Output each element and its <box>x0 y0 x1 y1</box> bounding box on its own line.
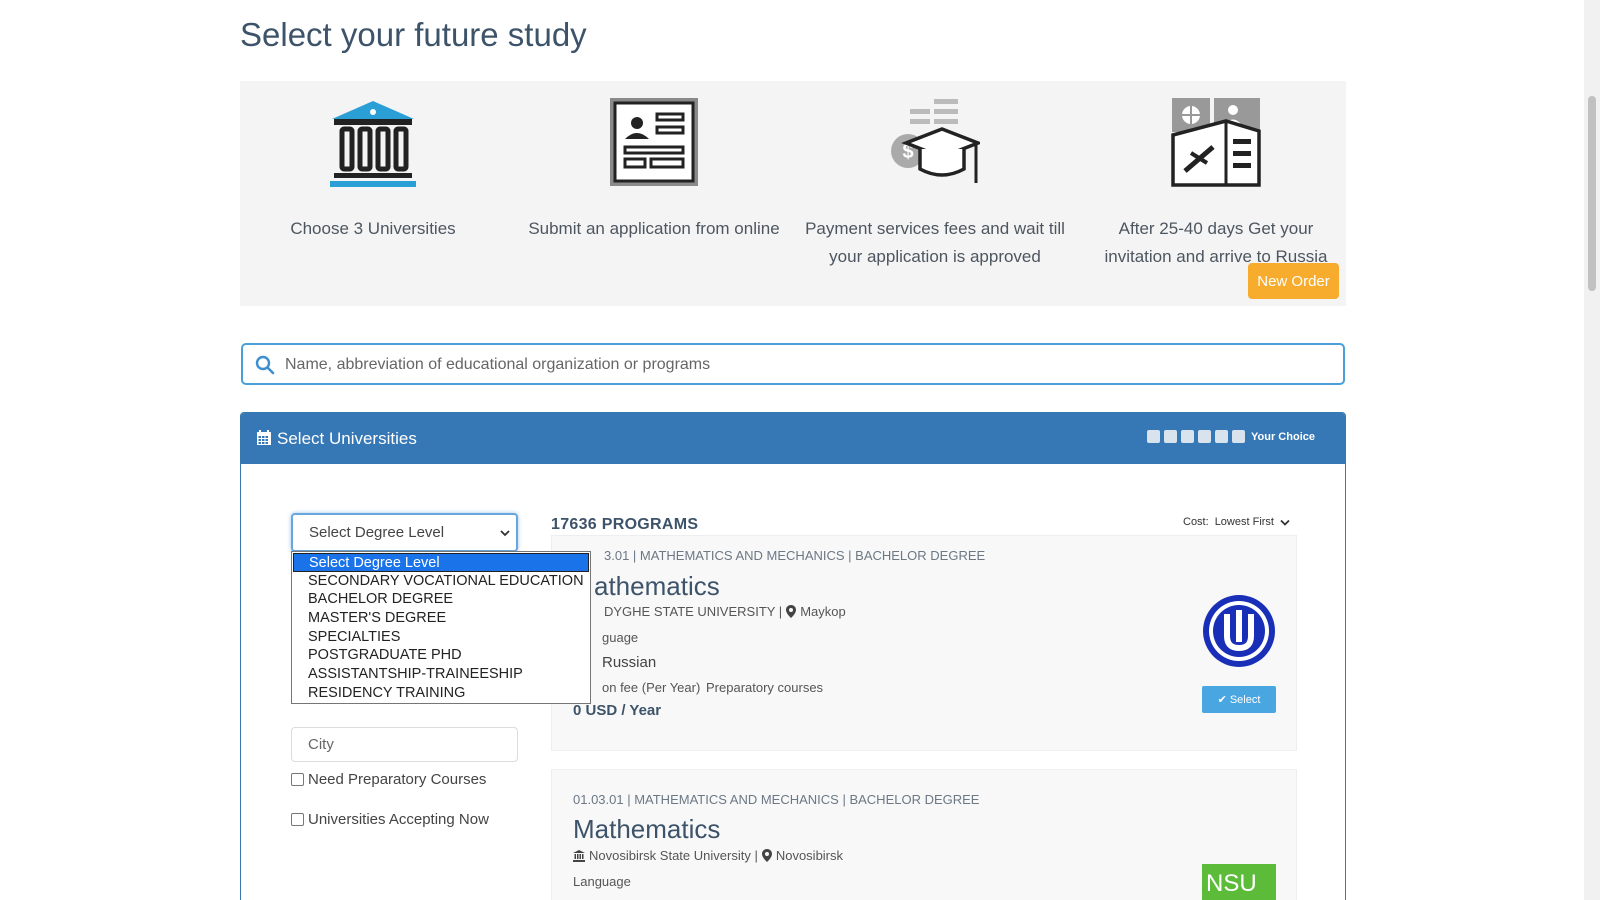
degree-option[interactable]: SECONDARY VOCATIONAL EDUCATION <box>292 572 590 591</box>
checkbox-label: Universities Accepting Now <box>308 811 489 828</box>
programs-count: 17636 PROGRAMS <box>551 516 699 533</box>
program-code: 3.01 | MATHEMATICS AND MECHANICS | BACHE… <box>604 548 986 563</box>
program-code: 01.03.01 | MATHEMATICS AND MECHANICS | B… <box>573 792 980 807</box>
choice-slot <box>1147 430 1161 443</box>
search-input[interactable] <box>285 353 1325 377</box>
location-pin-icon <box>761 849 772 862</box>
program-university: Novosibirsk State University | Novosibir… <box>573 848 843 863</box>
sort-control[interactable]: Cost: Lowest First <box>1183 516 1290 528</box>
payment-graduation-icon: $ <box>891 99 980 183</box>
checkbox[interactable] <box>291 773 304 786</box>
location-pin-icon <box>786 605 797 618</box>
university-icon <box>330 101 416 187</box>
university-name[interactable]: Novosibirsk State University | <box>589 848 758 863</box>
choice-slot <box>1198 430 1212 443</box>
your-choice-label: Your Choice <box>1251 430 1315 443</box>
accepting-now-checkbox[interactable]: Universities Accepting Now <box>291 811 489 828</box>
choice-slot <box>1181 430 1195 443</box>
select-universities-panel: Select Universities Your Choice Select D… <box>240 412 1346 900</box>
need-preparatory-checkbox[interactable]: Need Preparatory Courses <box>291 771 486 788</box>
language-label: Language <box>573 874 631 889</box>
university-logo: NSU <box>1202 864 1276 900</box>
sort-value: Lowest First <box>1214 516 1274 528</box>
university-icon <box>573 849 585 862</box>
degree-option[interactable]: Select Degree Level <box>293 553 589 572</box>
program-university: DYGHE STATE UNIVERSITY | Maykop <box>604 604 846 619</box>
degree-option[interactable]: MASTER'S DEGREE <box>292 609 590 628</box>
city-input[interactable] <box>292 728 517 761</box>
choice-slot <box>1232 430 1246 443</box>
step-choose-universities: Choose 3 Universities <box>242 97 504 243</box>
university-city: Novosibirsk <box>775 848 844 863</box>
language-label: guage <box>602 630 639 645</box>
select-university-button[interactable]: ✔ Select <box>1202 686 1276 713</box>
logo-text: NSU <box>1206 870 1257 897</box>
degree-select-value: Select Degree Level <box>309 524 445 541</box>
chevron-down-icon <box>1280 519 1290 526</box>
step-payment: $ Payment services fees and wait till yo… <box>804 97 1066 271</box>
step-invitation: After 25-40 days Get your invitation and… <box>1085 97 1347 271</box>
degree-option[interactable]: SPECIALTIES <box>292 628 590 647</box>
tuition-fee: 0 USD / Year <box>573 702 662 719</box>
checkbox[interactable] <box>291 813 304 826</box>
program-card: 3.01 | MATHEMATICS AND MECHANICS | BACHE… <box>551 535 1297 751</box>
search-icon <box>255 355 275 375</box>
chevron-down-icon <box>500 530 510 537</box>
university-city: Maykop <box>800 604 846 619</box>
calendar-icon <box>257 430 271 445</box>
tuition-fee-label: on fee (Per Year) <box>602 680 701 695</box>
page-scrollbar[interactable] <box>1584 0 1600 900</box>
choice-slot <box>1215 430 1229 443</box>
checkbox-label: Need Preparatory Courses <box>308 771 487 788</box>
page-title: Select your future study <box>240 16 587 53</box>
city-field[interactable] <box>291 727 518 762</box>
select-label: Select <box>1229 694 1261 706</box>
language-value: Russian <box>602 654 657 671</box>
university-name[interactable]: DYGHE STATE UNIVERSITY | <box>604 604 782 619</box>
passport-ticket-icon <box>1171 98 1261 187</box>
degree-option[interactable]: ASSISTANTSHIP-TRAINEESHIP <box>292 665 590 684</box>
application-form-icon <box>610 98 698 186</box>
step-submit-application: Submit an application from online <box>523 97 785 243</box>
step-text: Submit an application from online <box>528 219 780 238</box>
choice-slot <box>1164 430 1178 443</box>
steps-panel: Choose 3 Universities Submit an applicat… <box>240 81 1346 306</box>
your-choice-indicator: Your Choice <box>1147 430 1315 443</box>
scrollbar-thumb[interactable] <box>1588 96 1596 291</box>
program-name[interactable]: Mathematics <box>573 814 720 845</box>
panel-header: Select Universities Your Choice <box>241 413 1345 464</box>
preparatory-label: Preparatory courses <box>706 680 824 695</box>
degree-level-select[interactable]: Select Degree Level <box>291 513 518 552</box>
panel-title: Select Universities <box>277 429 417 448</box>
search-bar[interactable] <box>241 343 1345 385</box>
check-icon: ✔ <box>1217 694 1230 706</box>
degree-option[interactable]: RESIDENCY TRAINING <box>292 684 590 703</box>
degree-option[interactable]: BACHELOR DEGREE <box>292 590 590 609</box>
university-logo <box>1203 595 1275 667</box>
sort-label: Cost: <box>1183 516 1209 528</box>
step-text: Choose 3 Universities <box>290 219 456 238</box>
program-name[interactable]: athematics <box>594 571 720 602</box>
program-card: 01.03.01 | MATHEMATICS AND MECHANICS | B… <box>551 769 1297 900</box>
new-order-button[interactable]: New Order <box>1248 263 1339 299</box>
degree-option[interactable]: POSTGRADUATE PHD <box>292 646 590 665</box>
degree-level-dropdown[interactable]: Select Degree Level SECONDARY VOCATIONAL… <box>291 551 591 704</box>
step-text: Payment services fees and wait till your… <box>805 219 1065 266</box>
